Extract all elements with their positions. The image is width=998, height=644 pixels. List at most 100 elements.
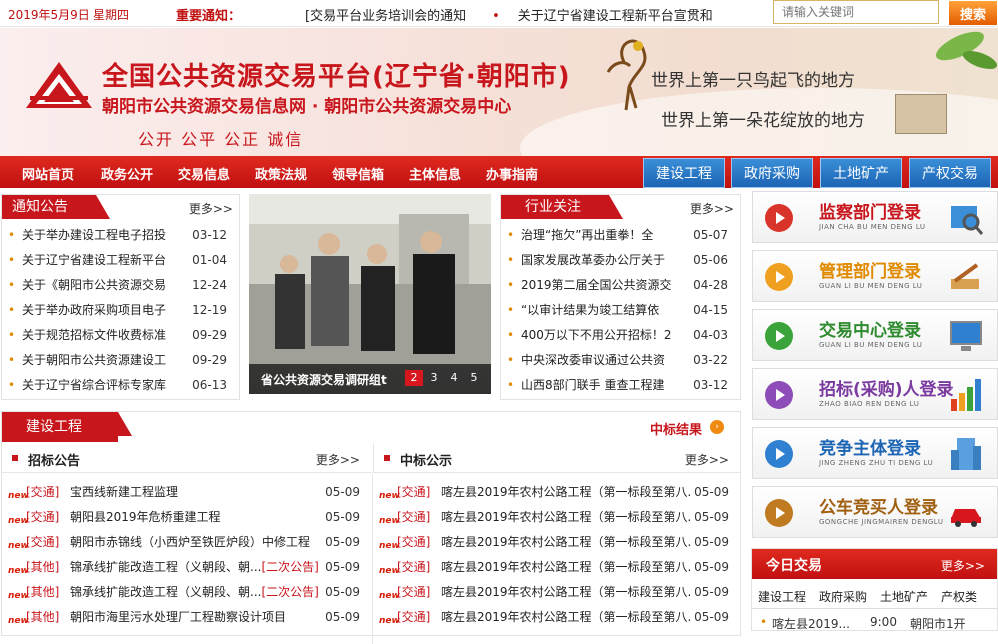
search-button[interactable]: 搜索: [949, 1, 997, 25]
list-item-date: 05-06: [693, 253, 728, 267]
today-tab-procurement[interactable]: 政府采购: [819, 588, 867, 605]
row-category: [交通]: [397, 535, 431, 549]
table-row[interactable]: new [交通] 喀左县2019年农村公路工程（第一标段至第八... 05-09: [373, 480, 741, 505]
list-item-title[interactable]: 关于举办建设工程电子招投: [22, 223, 172, 248]
list-item-title[interactable]: 关于辽宁省综合评标专家库: [22, 373, 172, 398]
platform-logo[interactable]: [24, 60, 94, 110]
tab-construction[interactable]: 建设工程: [643, 158, 725, 188]
nav-gov-affairs[interactable]: 政务公开: [101, 164, 153, 183]
list-item-title[interactable]: 关于《朝阳市公共资源交易: [22, 273, 172, 298]
bullet: •: [760, 615, 768, 629]
table-row[interactable]: new [交通] 喀左县2019年农村公路工程（第一标段至第八... 05-09: [373, 605, 741, 630]
table-row[interactable]: new [其他] 锦承线扩能改造工程（义朝段、朝...[二次公告] 05-09: [2, 580, 372, 605]
search-input[interactable]: [773, 0, 939, 24]
today-tab-property[interactable]: 产权类: [941, 588, 977, 605]
row-title[interactable]: 朝阳县2019年危桥重建工程: [70, 505, 320, 530]
today-tab-land[interactable]: 土地矿产: [880, 588, 928, 605]
table-row[interactable]: new [交通] 喀左县2019年农村公路工程（第一标段至第八... 05-09: [373, 580, 741, 605]
table-row[interactable]: new [其他] 朝阳市海里污水处理厂工程勘察设计项目 05-09: [2, 605, 372, 630]
list-item[interactable]: • 400万以下不用公开招标！2 04-03: [501, 323, 740, 348]
industry-more-link[interactable]: 更多>>: [690, 200, 734, 217]
table-row[interactable]: new [交通] 喀左县2019年农村公路工程（第一标段至第八... 05-09: [373, 530, 741, 555]
bidding-more-link[interactable]: 更多>>: [316, 451, 360, 468]
nav-guide[interactable]: 办事指南: [486, 164, 538, 183]
nav-policies[interactable]: 政策法规: [255, 164, 307, 183]
list-item[interactable]: • 关于举办政府采购项目电子 12-19: [2, 298, 239, 323]
list-item[interactable]: • 关于朝阳市公共资源建设工 09-29: [2, 348, 239, 373]
list-item-title[interactable]: 中央深改委审议通过公共资: [521, 348, 681, 373]
ticker-item[interactable]: [交易平台业务培训会的通知: [305, 9, 466, 23]
login-tenderer[interactable]: 招标(采购)人登录 ZHAO BIAO REN DENG LU: [752, 368, 998, 420]
table-row[interactable]: new [交通] 喀左县2019年农村公路工程（第一标段至第八... 05-09: [373, 555, 741, 580]
nav-trade-info[interactable]: 交易信息: [178, 164, 230, 183]
row-title[interactable]: 喀左县2019年农村公路工程（第一标段至第八...: [441, 580, 691, 605]
list-item-title[interactable]: 关于规范招标文件收费标准: [22, 323, 172, 348]
nav-entity-info[interactable]: 主体信息: [409, 164, 461, 183]
row-title[interactable]: 宝西线新建工程监理: [70, 480, 320, 505]
today-row-name[interactable]: 喀左县2019...: [772, 615, 850, 632]
fossil-bird-icon: [606, 39, 647, 111]
tab-property-rights[interactable]: 产权交易: [909, 158, 991, 188]
list-item[interactable]: • 山西8部门联手 重查工程建 03-12: [501, 373, 740, 398]
login-trade-center[interactable]: 交易中心登录 GUAN LI BU MEN DENG LU: [752, 309, 998, 361]
notices-more-link[interactable]: 更多>>: [189, 200, 233, 217]
arrow-right-icon[interactable]: ›: [710, 420, 724, 434]
list-item[interactable]: • 国家发展改革委办公厅关于 05-06: [501, 248, 740, 273]
list-item-title[interactable]: 关于辽宁省建设工程新平台: [22, 248, 172, 273]
today-tab-construction[interactable]: 建设工程: [758, 588, 806, 605]
login-car-bidder[interactable]: 公车竞买人登录 GONGCHE JINGMAIREN DENGLU: [752, 486, 998, 538]
list-item-title[interactable]: 国家发展改革委办公厅关于: [521, 248, 681, 273]
row-title[interactable]: 喀左县2019年农村公路工程（第一标段至第八...: [441, 605, 691, 630]
table-row[interactable]: new [交通] 朝阳市赤锦线（小西炉至铁匠炉段）中修工程 05-09: [2, 530, 372, 555]
list-item[interactable]: • 关于辽宁省综合评标专家库 06-13: [2, 373, 239, 398]
list-item-title[interactable]: 400万以下不用公开招标！2: [521, 323, 681, 348]
nav-home[interactable]: 网站首页: [22, 164, 74, 183]
slide-page-2[interactable]: 2: [405, 370, 423, 386]
notice-ticker[interactable]: [交易平台业务培训会的通知 • 关于辽宁省建设工程新平台宣贯和: [305, 5, 725, 23]
list-item[interactable]: • “以审计结果为竣工结算依 04-15: [501, 298, 740, 323]
ticker-separator: •: [492, 9, 500, 23]
list-item-title[interactable]: 2019第二届全国公共资源交: [521, 273, 681, 298]
award-more-link[interactable]: 更多>>: [685, 451, 729, 468]
row-category: [交通]: [397, 610, 431, 624]
table-row[interactable]: new [交通] 宝西线新建工程监理 05-09: [2, 480, 372, 505]
row-title[interactable]: 锦承线扩能改造工程（义朝段、朝...[二次公告]: [70, 580, 320, 605]
ticker-item[interactable]: 关于辽宁省建设工程新平台宣贯和: [518, 9, 713, 23]
login-title: 管理部门登录: [819, 262, 921, 282]
photo-caption[interactable]: 省公共资源交易调研组t: [261, 371, 387, 388]
nav-leader-mailbox[interactable]: 领导信箱: [332, 164, 384, 183]
row-title[interactable]: 喀左县2019年农村公路工程（第一标段至第八...: [441, 505, 691, 530]
list-item[interactable]: • 关于举办建设工程电子招投 03-12: [2, 223, 239, 248]
list-item-title[interactable]: 关于朝阳市公共资源建设工: [22, 348, 172, 373]
list-item-title[interactable]: “以审计结果为竣工结算依: [521, 298, 681, 323]
tab-gov-procurement[interactable]: 政府采购: [731, 158, 813, 188]
list-item-title[interactable]: 山西8部门联手 重查工程建: [521, 373, 681, 398]
table-row[interactable]: new [其他] 锦承线扩能改造工程（义朝段、朝...[二次公告] 05-09: [2, 555, 372, 580]
row-title[interactable]: 喀左县2019年农村公路工程（第一标段至第八...: [441, 555, 691, 580]
table-row[interactable]: new [交通] 朝阳县2019年危桥重建工程 05-09: [2, 505, 372, 530]
news-photo-slider[interactable]: 省公共资源交易调研组t 2 3 4 5: [249, 194, 491, 394]
list-item-title[interactable]: 治理“拖欠”再出重拳！全: [521, 223, 681, 248]
list-item[interactable]: • 关于规范招标文件收费标准 09-29: [2, 323, 239, 348]
list-item[interactable]: • 中央深改委审议通过公共资 03-22: [501, 348, 740, 373]
slide-page-4[interactable]: 4: [445, 370, 463, 386]
login-bidder[interactable]: 竞争主体登录 JING ZHENG ZHU TI DENG LU: [752, 427, 998, 479]
row-title[interactable]: 锦承线扩能改造工程（义朝段、朝...[二次公告]: [70, 555, 320, 580]
row-title[interactable]: 喀左县2019年农村公路工程（第一标段至第八...: [441, 480, 691, 505]
login-inspection[interactable]: 监察部门登录 JIAN CHA BU MEN DENG LU: [752, 191, 998, 243]
row-title[interactable]: 朝阳市海里污水处理厂工程勘察设计项目: [70, 605, 320, 630]
list-item[interactable]: • 治理“拖欠”再出重拳！全 05-07: [501, 223, 740, 248]
slide-page-5[interactable]: 5: [465, 370, 483, 386]
row-title[interactable]: 喀左县2019年农村公路工程（第一标段至第八...: [441, 530, 691, 555]
today-more-link[interactable]: 更多>>: [941, 557, 985, 574]
row-title[interactable]: 朝阳市赤锦线（小西炉至铁匠炉段）中修工程: [70, 530, 320, 555]
list-item[interactable]: • 2019第二届全国公共资源交 04-28: [501, 273, 740, 298]
award-result-link[interactable]: 中标结果: [650, 419, 702, 438]
list-item[interactable]: • 关于辽宁省建设工程新平台 01-04: [2, 248, 239, 273]
table-row[interactable]: new [交通] 喀左县2019年农村公路工程（第一标段至第八... 05-09: [373, 505, 741, 530]
list-item-title[interactable]: 关于举办政府采购项目电子: [22, 298, 172, 323]
tab-land-mineral[interactable]: 土地矿产: [820, 158, 902, 188]
slide-page-3[interactable]: 3: [425, 370, 443, 386]
login-management[interactable]: 管理部门登录 GUAN LI BU MEN DENG LU: [752, 250, 998, 302]
list-item[interactable]: • 关于《朝阳市公共资源交易 12-24: [2, 273, 239, 298]
